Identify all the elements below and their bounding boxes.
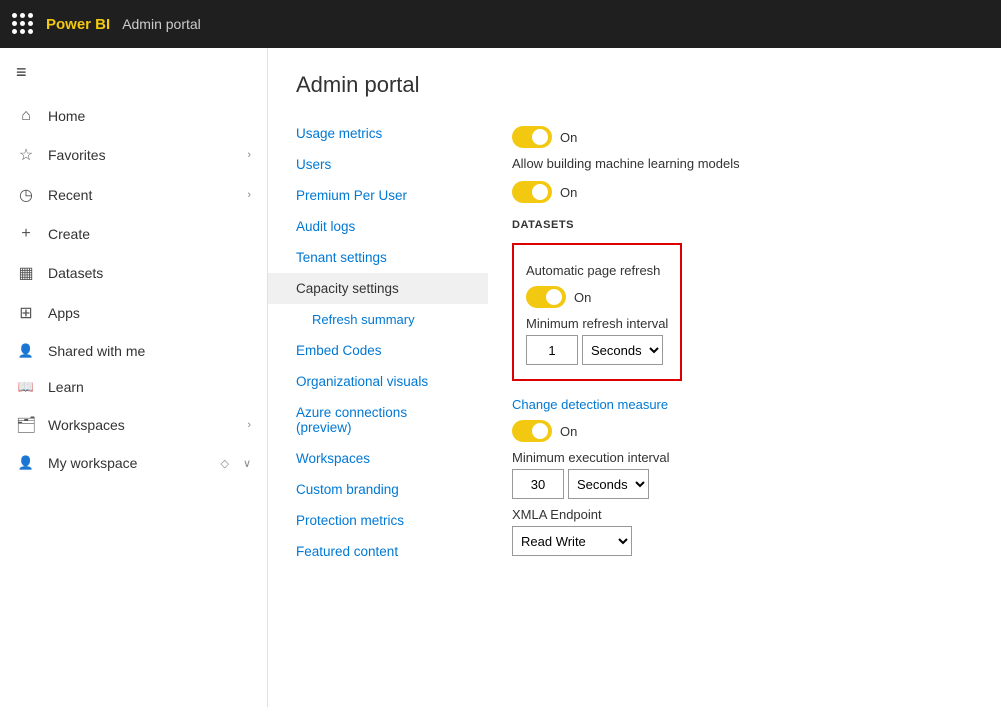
workspaces-icon: 🗂 [16,415,36,435]
layout: ≡ ⌂ Home ☆ Favorites › ◷ Recent › + Crea… [0,48,1001,707]
page-title: Admin portal [268,48,1001,110]
toggle3-row: On [526,286,668,308]
toggle4-label: On [560,424,577,439]
sidebar-item-label: My workspace [48,455,208,471]
subnav-item-featured-content[interactable]: Featured content [268,536,488,567]
subnav-item-tenant-settings[interactable]: Tenant settings [268,242,488,273]
toggle2-label: On [560,185,577,200]
chevron-right-icon: › [247,419,251,431]
sidebar-item-recent[interactable]: ◷ Recent › [0,175,267,215]
sidebar-item-label: Favorites [48,147,235,163]
subnav-item-users[interactable]: Users [268,149,488,180]
create-icon: + [16,225,36,243]
sidebar-item-label: Workspaces [48,417,235,433]
refresh-value-input[interactable] [526,335,578,365]
toggle2[interactable] [512,181,552,203]
recent-icon: ◷ [16,185,36,205]
sidebar-item-shared[interactable]: 👤 Shared with me [0,333,267,369]
learn-icon: 📖 [16,379,36,395]
product-logo: Power BI [46,16,110,33]
xmla-label: XMLA Endpoint [512,507,977,522]
sidebar-item-favorites[interactable]: ☆ Favorites › [0,135,267,175]
toggle4[interactable] [512,420,552,442]
subnav-item-org-visuals[interactable]: Organizational visuals [268,366,488,397]
xmla-row: Read Write Read Only Off [512,526,977,556]
sidebar-item-apps[interactable]: ⊞ Apps [0,293,267,333]
sidebar-item-label: Create [48,226,251,242]
admin-body: Usage metrics Users Premium Per User Aud… [268,110,1001,584]
toggle3[interactable] [526,286,566,308]
subnav-item-usage-metrics[interactable]: Usage metrics [268,118,488,149]
subnav: Usage metrics Users Premium Per User Aud… [268,110,488,584]
apps-icon: ⊞ [16,303,36,323]
toggle4-row: On [512,420,977,442]
sidebar-item-label: Apps [48,305,251,321]
exec-value-input[interactable] [512,469,564,499]
topbar-title: Admin portal [122,16,201,32]
min-refresh-interval-row: Seconds Minutes Hours [526,335,668,365]
chevron-right-icon: › [247,189,251,201]
sidebar-item-create[interactable]: + Create [0,215,267,253]
refresh-unit-select[interactable]: Seconds Minutes Hours [582,335,663,365]
min-exec-label: Minimum execution interval [512,450,977,465]
datasets-icon: ▦ [16,263,36,283]
sidebar: ≡ ⌂ Home ☆ Favorites › ◷ Recent › + Crea… [0,48,268,707]
min-exec-interval-row: Seconds Minutes Hours [512,469,977,499]
auto-page-refresh-box: Automatic page refresh On Minimum refres… [512,243,682,381]
toggle1-row: On [512,126,977,148]
apps-grid-icon[interactable] [12,13,34,35]
toggle1[interactable] [512,126,552,148]
sidebar-item-label: Datasets [48,265,251,281]
sidebar-item-label: Home [48,108,251,124]
subnav-item-custom-branding[interactable]: Custom branding [268,474,488,505]
toggle2-row: On [512,181,977,203]
subnav-item-audit-logs[interactable]: Audit logs [268,211,488,242]
allow-ml-label: Allow building machine learning models [512,156,977,171]
toggle3-label: On [574,290,591,305]
chevron-right-icon: › [247,149,251,161]
subnav-item-premium-per-user[interactable]: Premium Per User [268,180,488,211]
home-icon: ⌂ [16,107,36,125]
sidebar-item-label: Recent [48,187,235,203]
myworkspace-icon: 👤 [16,455,36,471]
admin-content: Admin portal Usage metrics Users Premium… [268,48,1001,584]
exec-unit-select[interactable]: Seconds Minutes Hours [568,469,649,499]
datasets-section-title: DATASETS [512,219,977,231]
auto-page-refresh-label: Automatic page refresh [526,263,668,278]
sidebar-item-label: Shared with me [48,343,251,359]
subnav-item-workspaces[interactable]: Workspaces [268,443,488,474]
diamond-icon: ◇ [220,457,228,470]
min-refresh-label: Minimum refresh interval [526,316,668,331]
topbar: Power BI Admin portal [0,0,1001,48]
xmla-select[interactable]: Read Write Read Only Off [512,526,632,556]
hamburger-button[interactable]: ≡ [0,48,267,97]
sidebar-item-myworkspace[interactable]: 👤 My workspace ◇ ∨ [0,445,267,481]
sidebar-item-workspaces[interactable]: 🗂 Workspaces › [0,405,267,445]
main-content: Admin portal Usage metrics Users Premium… [268,48,1001,707]
settings-panel: On Allow building machine learning model… [488,110,1001,584]
subnav-item-capacity-settings[interactable]: Capacity settings [268,273,488,304]
change-detection-label[interactable]: Change detection measure [512,397,977,412]
subnav-item-refresh-summary[interactable]: Refresh summary [268,304,488,335]
shared-icon: 👤 [16,343,36,359]
sidebar-item-home[interactable]: ⌂ Home [0,97,267,135]
sidebar-item-learn[interactable]: 📖 Learn [0,369,267,405]
subnav-item-azure-connections[interactable]: Azure connections (preview) [268,397,488,443]
sidebar-item-label: Learn [48,379,251,395]
subnav-item-embed-codes[interactable]: Embed Codes [268,335,488,366]
favorites-icon: ☆ [16,145,36,165]
toggle1-label: On [560,130,577,145]
chevron-down-icon: ∨ [243,457,251,470]
sidebar-item-datasets[interactable]: ▦ Datasets [0,253,267,293]
subnav-item-protection-metrics[interactable]: Protection metrics [268,505,488,536]
